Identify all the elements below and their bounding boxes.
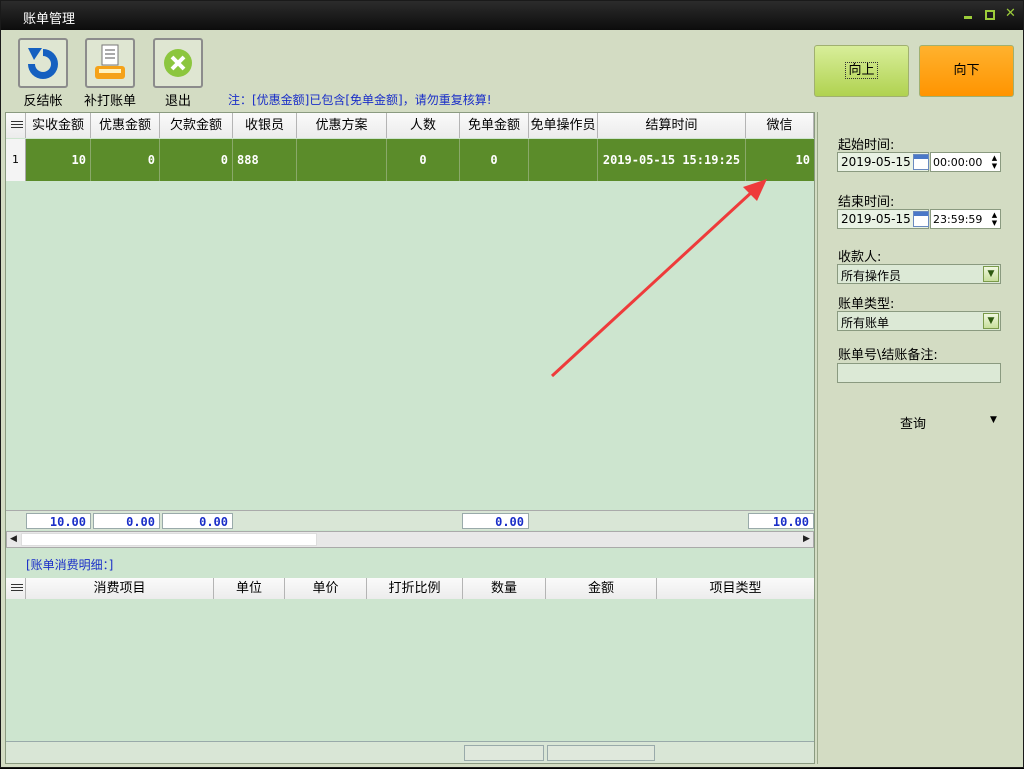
end-time-value: 23:59:59: [933, 213, 983, 226]
column-header[interactable]: 结算时间: [598, 113, 746, 138]
bill-type-label: 账单类型:: [838, 297, 895, 312]
next-page-button[interactable]: 向下: [919, 45, 1014, 97]
column-header[interactable]: 打折比例: [367, 578, 463, 599]
cell-free-amount: 0: [460, 139, 529, 181]
total-debt: 0.00: [162, 513, 233, 529]
cell-actual-amount: 10: [26, 139, 91, 181]
start-time-input[interactable]: 00:00:00 ▲ ▼: [930, 152, 1001, 172]
detail-section-title: [账单消费明细：]: [26, 558, 114, 572]
close-button[interactable]: ✕: [1005, 6, 1017, 21]
spinner-icon[interactable]: ▲ ▼: [990, 211, 999, 227]
cell-people-count: 0: [387, 139, 460, 181]
total-free: 0.00: [462, 513, 529, 529]
column-header[interactable]: 优惠金额: [91, 113, 160, 138]
remark-label: 账单号\结账备注:: [838, 348, 938, 363]
payee-value: 所有操作员: [841, 269, 902, 283]
detail-total-quantity: [464, 745, 544, 761]
column-header[interactable]: 免单金额: [460, 113, 529, 138]
end-time-input[interactable]: 23:59:59 ▲ ▼: [930, 209, 1001, 229]
cell-discount-amount: 0: [91, 139, 160, 181]
reprint-bill-label: 补打账单: [83, 94, 136, 109]
printer-icon: [85, 38, 135, 88]
column-header[interactable]: 实收金额: [26, 113, 91, 138]
total-discount: 0.00: [93, 513, 160, 529]
detail-grid-header: 消费项目 单位 单价 打折比例 数量 金额 项目类型: [6, 578, 814, 599]
column-header[interactable]: 项目类型: [657, 578, 814, 599]
title-bar: 账单管理 ✕: [1, 1, 1023, 30]
horizontal-scrollbar[interactable]: ◀ ▶: [6, 531, 814, 548]
query-dropdown-icon[interactable]: ▼: [990, 415, 997, 425]
undo-icon: [18, 38, 68, 88]
reverse-checkout-button[interactable]: 反结帐: [13, 38, 73, 109]
minimize-button[interactable]: [963, 9, 975, 21]
cell-wechat: 10: [795, 153, 810, 167]
column-header[interactable]: 免单操作员: [529, 113, 598, 138]
row-number: 1: [6, 139, 26, 181]
column-header[interactable]: 微信: [746, 113, 814, 138]
cell-discount-plan: [297, 139, 387, 181]
bill-management-window: 账单管理 ✕ 反结帐 补打账单 退出 注：[优惠金额]已包含[免单金额]，请勿重…: [0, 0, 1024, 768]
detail-totals-row: [6, 741, 814, 763]
previous-page-button[interactable]: 向上: [814, 45, 909, 97]
scroll-right-icon[interactable]: ▶: [800, 533, 813, 546]
column-chooser-icon[interactable]: [6, 578, 26, 599]
cell-free-operator: [529, 139, 598, 181]
total-wechat: 10.00: [748, 513, 814, 529]
payee-label: 收款人:: [838, 250, 882, 265]
payee-select[interactable]: 所有操作员 ▼: [837, 264, 1001, 284]
query-button[interactable]: 查询: [900, 413, 926, 432]
cell-cashier: 888: [233, 139, 297, 181]
bill-type-select[interactable]: 所有账单 ▼: [837, 311, 1001, 331]
column-header[interactable]: 消费项目: [26, 578, 214, 599]
end-time-label: 结束时间:: [838, 195, 895, 210]
reprint-bill-button[interactable]: 补打账单: [80, 38, 140, 109]
column-header[interactable]: 单价: [285, 578, 367, 599]
chevron-down-icon[interactable]: ▼: [983, 266, 999, 282]
maximize-button[interactable]: [985, 10, 995, 20]
scroll-left-icon[interactable]: ◀: [7, 533, 20, 546]
column-header[interactable]: 金额: [546, 578, 657, 599]
scrollbar-thumb[interactable]: [21, 533, 317, 546]
exit-button[interactable]: 退出: [148, 38, 208, 109]
start-time-value: 00:00:00: [933, 156, 983, 169]
bill-grid-header: 实收金额 优惠金额 欠款金额 收银员 优惠方案 人数 免单金额 免单操作员 结算…: [6, 113, 814, 138]
filter-panel: 起始时间: 2019-05-15 00:00:00 ▲ ▼ 结束时间: 2019-…: [817, 112, 1022, 764]
remark-input[interactable]: [837, 363, 1001, 383]
column-chooser-icon[interactable]: [6, 113, 26, 138]
spinner-icon[interactable]: ▲ ▼: [990, 154, 999, 170]
cell-settle-time: 2019-05-15 15:19:25: [598, 139, 746, 181]
table-row[interactable]: 1 10 0 0 888 0 0 2019-05-15 15:19:25 10: [6, 139, 814, 181]
column-header[interactable]: 欠款金额: [160, 113, 233, 138]
chevron-down-icon[interactable]: ▼: [983, 313, 999, 329]
toolbar: 反结帐 补打账单 退出 注：[优惠金额]已包含[免单金额]，请勿重复核算! 向上…: [1, 31, 1023, 109]
column-header[interactable]: 单位: [214, 578, 285, 599]
previous-page-label: 向上: [845, 62, 878, 79]
column-header[interactable]: 数量: [463, 578, 546, 599]
detail-total-amount: [547, 745, 655, 761]
total-actual: 10.00: [26, 513, 91, 529]
cell-debt-amount: 0: [160, 139, 233, 181]
column-header[interactable]: 人数: [387, 113, 460, 138]
bill-type-value: 所有账单: [841, 316, 890, 330]
reverse-checkout-label: 反结帐: [23, 94, 63, 109]
exit-label: 退出: [164, 94, 191, 109]
column-header[interactable]: 收银员: [233, 113, 297, 138]
discount-note: 注：[优惠金额]已包含[免单金额]，请勿重复核算!: [228, 93, 492, 107]
bill-list-panel: 实收金额 优惠金额 欠款金额 收银员 优惠方案 人数 免单金额 免单操作员 结算…: [5, 112, 815, 764]
calendar-icon[interactable]: [913, 154, 929, 170]
calendar-icon[interactable]: [913, 211, 929, 227]
close-circle-icon: [153, 38, 203, 88]
totals-row: 10.00 0.00 0.00 0.00 10.00: [6, 510, 814, 530]
start-time-label: 起始时间:: [838, 138, 895, 153]
column-header[interactable]: 优惠方案: [297, 113, 387, 138]
window-title: 账单管理: [23, 12, 76, 27]
